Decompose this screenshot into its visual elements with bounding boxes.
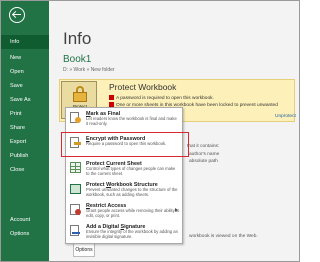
sidebar-item-options[interactable]: Options xyxy=(1,227,49,241)
sidebar-item-info[interactable]: Info xyxy=(1,35,49,49)
protect-workbook-menu: Mark as Final Let readers know the workb… xyxy=(65,107,183,244)
sidebar-item-open[interactable]: Open xyxy=(1,65,49,79)
unprotect-link[interactable]: Unprotect xyxy=(275,114,296,119)
menu-item-protect-current-sheet[interactable]: Protect Current Sheet Control what types… xyxy=(66,159,182,179)
back-arrow-icon[interactable] xyxy=(9,7,25,23)
sidebar-item-share[interactable]: Share xyxy=(1,121,49,135)
inspect-contains-text: that it contains: xyxy=(187,144,220,149)
browser-view-text: workbook is viewed on the Web. xyxy=(189,234,258,239)
warning-icon xyxy=(109,95,114,100)
digital-signature-icon xyxy=(70,225,81,237)
restrict-access-icon xyxy=(70,204,81,216)
sidebar-item-save[interactable]: Save xyxy=(1,79,49,93)
sidebar-item-new[interactable]: New xyxy=(1,51,49,65)
workbook-structure-icon xyxy=(70,183,81,195)
backstage-sidebar: Info New Open Save Save As Print Share E… xyxy=(1,1,49,261)
highlight-encrypt-option xyxy=(61,132,189,157)
submenu-arrow-icon xyxy=(175,208,178,212)
excel-backstage: Info New Open Save Save As Print Share E… xyxy=(0,0,300,262)
mark-final-icon xyxy=(70,112,81,124)
workbook-name: Book1 xyxy=(63,54,92,65)
inspect-path-text: absolute path xyxy=(189,159,218,164)
inspect-author-text: author's name xyxy=(189,152,220,157)
sidebar-item-publish[interactable]: Publish xyxy=(1,149,49,163)
sidebar-item-print[interactable]: Print xyxy=(1,107,49,121)
menu-item-protect-workbook-structure[interactable]: Protect Workbook Structure Prevent unwan… xyxy=(66,180,182,200)
sidebar-item-save-as[interactable]: Save As xyxy=(1,93,49,107)
menu-item-add-digital-signature[interactable]: Add a Digital Signature Ensure the integ… xyxy=(66,222,182,242)
file-path[interactable]: D: » Work » New folder xyxy=(63,67,115,73)
lock-icon xyxy=(73,86,87,102)
protect-status-line-1: A password is required to open this work… xyxy=(109,95,214,101)
protect-workbook-heading: Protect Workbook xyxy=(109,82,177,92)
browser-view-options-button[interactable]: Options xyxy=(73,243,95,257)
sidebar-item-account[interactable]: Account xyxy=(1,213,49,227)
sidebar-item-close[interactable]: Close xyxy=(1,163,49,177)
sidebar-item-export[interactable]: Export xyxy=(1,135,49,149)
page-title: Info xyxy=(63,29,92,48)
sheet-lock-icon xyxy=(70,162,81,174)
menu-item-restrict-access[interactable]: Restrict Access Grant people access whil… xyxy=(66,201,182,221)
menu-item-mark-as-final[interactable]: Mark as Final Let readers know the workb… xyxy=(66,109,182,129)
